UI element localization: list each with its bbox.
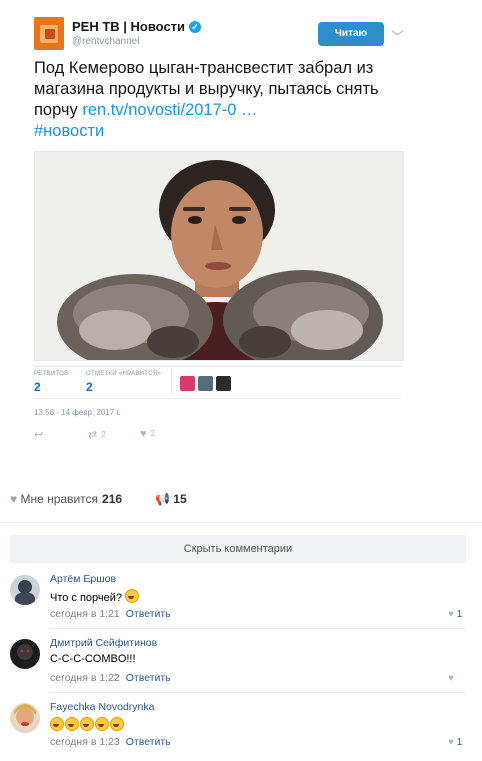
- liker-avatar[interactable]: [198, 376, 213, 391]
- follow-button[interactable]: Читаю: [318, 22, 384, 46]
- laughing-emoji-icon: [110, 717, 124, 731]
- liker-avatar[interactable]: [216, 376, 231, 391]
- divider: [171, 369, 172, 395]
- post-share-button[interactable]: 📢 15: [155, 492, 187, 506]
- chevron-down-icon[interactable]: ⌵: [391, 24, 404, 39]
- divider: [34, 366, 402, 367]
- reply-button[interactable]: Ответить: [126, 608, 171, 620]
- likes-label: Мне нравится: [20, 492, 99, 506]
- comment-time[interactable]: сегодня в 1:22: [50, 672, 120, 684]
- like-button[interactable]: ♥ 2: [140, 428, 155, 440]
- post-likes-count: 216: [102, 492, 123, 506]
- hide-comments-button[interactable]: Скрыть комментарии: [10, 535, 466, 563]
- tweet-hashtag[interactable]: #новости: [34, 121, 414, 142]
- like-action-count: 2: [150, 429, 155, 438]
- heart-icon: ♥: [140, 428, 147, 440]
- megaphone-icon: 📢: [155, 492, 170, 506]
- smile-emoji-icon: [125, 589, 140, 603]
- likes-label: ОТМЕТКИ «НРАВИТСЯ»: [86, 371, 162, 377]
- tweet-text: Под Кемерово цыган-трансвестит забрал из…: [34, 58, 414, 142]
- comment-author[interactable]: Fayechka Novodrynka: [50, 701, 154, 713]
- tweet-timestamp[interactable]: 13:58 - 14 февр. 2017 г.: [34, 408, 121, 417]
- laughing-emoji-icon: [80, 717, 94, 731]
- laughing-emoji-icon: [95, 717, 109, 731]
- comment-author[interactable]: Дмитрий Сейфитинов: [50, 637, 157, 649]
- reply-icon[interactable]: ↩: [34, 428, 43, 441]
- laughing-emoji-icon: [50, 717, 64, 731]
- comment-like-count: 1: [456, 609, 463, 620]
- comment-time[interactable]: сегодня в 1:23: [50, 736, 120, 748]
- comment: Fayechka Novodrynka сегодня в 1:23 Ответи…: [0, 701, 482, 761]
- retweets-count[interactable]: 2: [34, 380, 41, 394]
- reply-button[interactable]: Ответить: [126, 736, 171, 748]
- comment-like-button[interactable]: ♥: [448, 673, 454, 684]
- tweet-link[interactable]: ren.tv/novosti/2017-0 …: [82, 101, 257, 119]
- comment-meta: сегодня в 1:21 Ответить: [50, 608, 171, 620]
- comment-time[interactable]: сегодня в 1:21: [50, 608, 120, 620]
- reply-button[interactable]: Ответить: [126, 672, 171, 684]
- comment-like-button[interactable]: ♥ 1: [448, 737, 462, 748]
- comment-like-count: 1: [456, 737, 463, 748]
- heart-icon: ♥: [10, 492, 18, 506]
- comment-text: С-С-С-COMBO!!!: [50, 653, 136, 665]
- comment-text: Что с порчей?: [50, 589, 140, 604]
- retweet-button[interactable]: ⇄ 2: [88, 428, 106, 441]
- liker-avatar[interactable]: [180, 376, 195, 391]
- divider: [50, 692, 466, 693]
- comment-meta: сегодня в 1:23 Ответить: [50, 736, 171, 748]
- comment-author[interactable]: Артём Ершов: [50, 573, 116, 585]
- post-like-button[interactable]: ♥ Мне нравится 216: [10, 492, 122, 506]
- tweet-handle[interactable]: @rentvchannel: [72, 36, 139, 47]
- comment-like-button[interactable]: ♥ 1: [448, 609, 462, 620]
- heart-icon: ♥: [448, 737, 454, 748]
- retweet-action-count: 2: [101, 430, 106, 439]
- comment: Дмитрий Сейфитинов С-С-С-COMBO!!! сегодн…: [0, 637, 482, 697]
- tweet-username[interactable]: РЕН ТВ | Новости ✓: [72, 19, 202, 34]
- divider: [50, 628, 466, 629]
- divider: [34, 398, 402, 399]
- comment: Артём Ершов Что с порчей? сегодня в 1:21…: [0, 573, 482, 633]
- retweets-label: РЕТВИТОВ: [34, 371, 69, 377]
- heart-icon: ♥: [448, 609, 454, 620]
- rentv-logo[interactable]: [34, 17, 64, 50]
- comment-meta: сегодня в 1:22 Ответить: [50, 672, 171, 684]
- avatar[interactable]: [10, 639, 40, 669]
- avatar[interactable]: [10, 575, 40, 605]
- embedded-tweet: РЕН ТВ | Новости ✓ @rentvchannel Читаю ⌵ …: [0, 0, 420, 470]
- tweet-photo[interactable]: [34, 151, 404, 361]
- verified-icon: ✓: [189, 21, 202, 33]
- comment-text: [50, 717, 125, 732]
- divider: [0, 522, 482, 523]
- retweet-icon: ⇄: [88, 429, 98, 441]
- laughing-emoji-icon: [65, 717, 79, 731]
- likes-count[interactable]: 2: [86, 380, 93, 394]
- heart-icon: ♥: [448, 673, 454, 684]
- avatar[interactable]: [10, 703, 40, 733]
- post-shares-count: 15: [173, 492, 187, 506]
